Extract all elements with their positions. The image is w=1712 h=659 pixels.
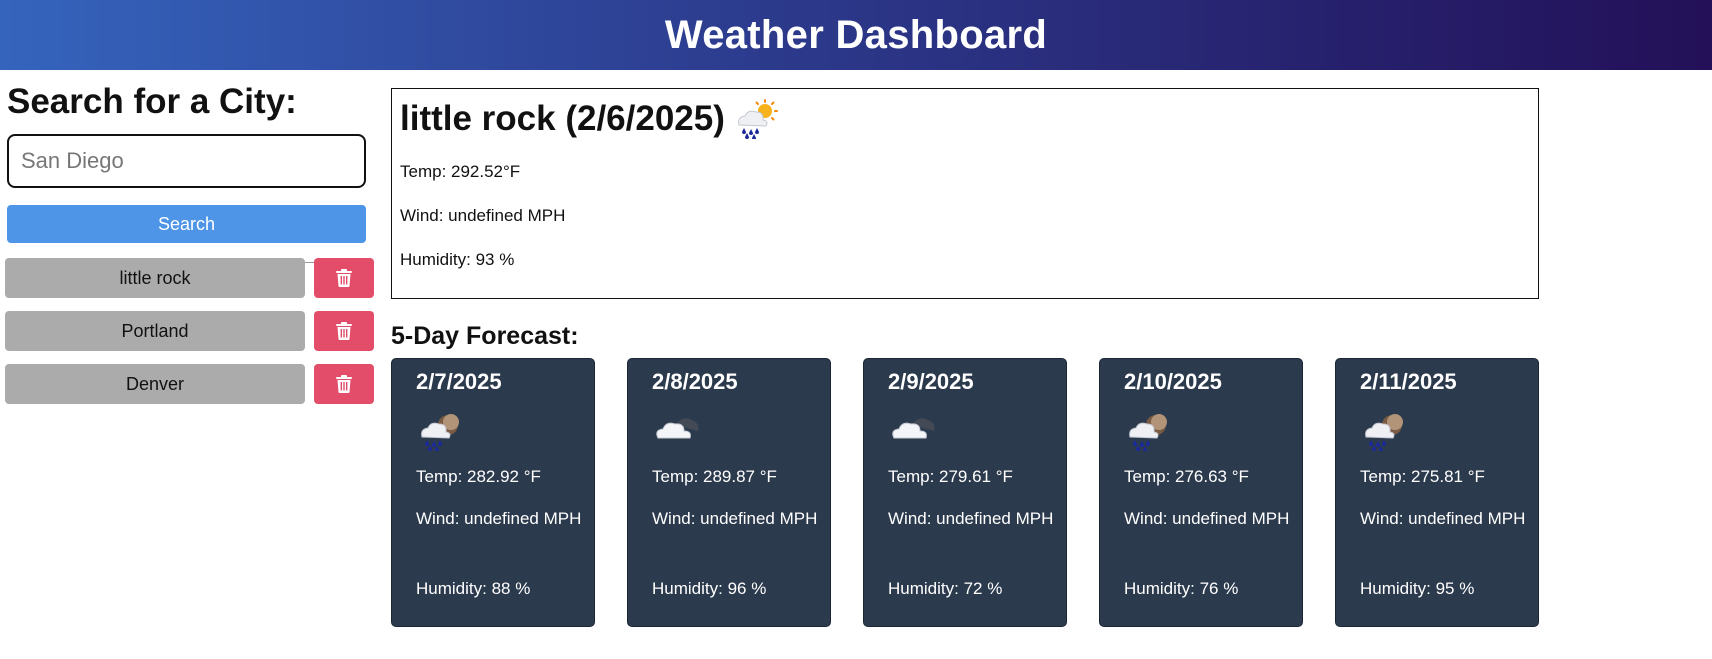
trash-icon bbox=[336, 375, 352, 393]
forecast-date: 2/7/2025 bbox=[416, 369, 502, 394]
forecast-wind: Wind: undefined MPH bbox=[888, 509, 1054, 528]
city-search-input[interactable] bbox=[7, 134, 366, 188]
history-city-button[interactable]: Portland bbox=[5, 311, 305, 351]
forecast-card: 2/10/2025 Temp: 276.63 °F Wind: undefine… bbox=[1099, 358, 1303, 627]
forecast-card: 2/11/2025 Temp: 275.81 °F Wind: undefine… bbox=[1335, 358, 1539, 627]
history-item: Denver bbox=[5, 364, 375, 404]
history-item: little rock bbox=[5, 258, 375, 298]
forecast-temp: Temp: 289.87 °F bbox=[652, 467, 777, 486]
rain-sun-icon bbox=[738, 99, 778, 139]
current-weather-title: little rock (2/6/2025) bbox=[400, 99, 779, 139]
forecast-temp: Temp: 275.81 °F bbox=[1360, 467, 1485, 486]
page-title: Weather Dashboard bbox=[664, 12, 1048, 57]
forecast-humidity: Humidity: 96 % bbox=[652, 579, 767, 598]
forecast-wind: Wind: undefined MPH bbox=[1124, 509, 1290, 528]
forecast-humidity: Humidity: 76 % bbox=[1124, 579, 1239, 598]
current-humidity: Humidity: 93 % bbox=[400, 250, 515, 269]
forecast-humidity: Humidity: 88 % bbox=[416, 579, 531, 598]
current-city-date: little rock (2/6/2025) bbox=[400, 99, 725, 138]
forecast-wind: Wind: undefined MPH bbox=[416, 509, 582, 528]
forecast-wind: Wind: undefined MPH bbox=[652, 509, 818, 528]
current-temp: Temp: 292.52°F bbox=[400, 162, 521, 181]
history-item: Portland bbox=[5, 311, 375, 351]
current-wind: Wind: undefined MPH bbox=[400, 206, 566, 225]
forecast-temp: Temp: 279.61 °F bbox=[888, 467, 1013, 486]
rain-night-icon bbox=[1365, 414, 1403, 451]
delete-city-button[interactable] bbox=[314, 311, 374, 351]
forecast-card: 2/8/2025 Temp: 289.87 °F Wind: undefined… bbox=[627, 358, 831, 627]
trash-icon bbox=[336, 269, 352, 287]
forecast-date: 2/10/2025 bbox=[1124, 369, 1222, 394]
history-city-button[interactable]: little rock bbox=[5, 258, 305, 298]
forecast-card: 2/7/2025 Temp: 282.92 °F Wind: undefined… bbox=[391, 358, 595, 627]
forecast-date: 2/11/2025 bbox=[1360, 369, 1457, 394]
rain-night-icon bbox=[1129, 414, 1167, 451]
forecast-humidity: Humidity: 95 % bbox=[1360, 579, 1475, 598]
delete-city-button[interactable] bbox=[314, 364, 374, 404]
cloud-night-icon bbox=[892, 418, 935, 439]
forecast-card: 2/9/2025 Temp: 279.61 °F Wind: undefined… bbox=[863, 358, 1067, 627]
delete-city-button[interactable] bbox=[314, 258, 374, 298]
forecast-humidity: Humidity: 72 % bbox=[888, 579, 1003, 598]
forecast-temp: Temp: 282.92 °F bbox=[416, 467, 541, 486]
current-weather-panel: little rock (2/6/2025) Temp: 292.52°F Wi… bbox=[391, 88, 1539, 299]
history-city-button[interactable]: Denver bbox=[5, 364, 305, 404]
rain-night-icon bbox=[421, 414, 459, 451]
app-header: Weather Dashboard bbox=[0, 0, 1712, 70]
trash-icon bbox=[336, 322, 352, 340]
forecast-temp: Temp: 276.63 °F bbox=[1124, 467, 1249, 486]
search-button[interactable]: Search bbox=[7, 205, 366, 243]
forecast-date: 2/9/2025 bbox=[888, 369, 974, 394]
cloud-night-icon bbox=[656, 418, 699, 439]
forecast-heading: 5-Day Forecast: bbox=[391, 322, 579, 350]
search-heading: Search for a City: bbox=[7, 82, 297, 121]
forecast-date: 2/8/2025 bbox=[652, 369, 738, 394]
forecast-wind: Wind: undefined MPH bbox=[1360, 509, 1526, 528]
